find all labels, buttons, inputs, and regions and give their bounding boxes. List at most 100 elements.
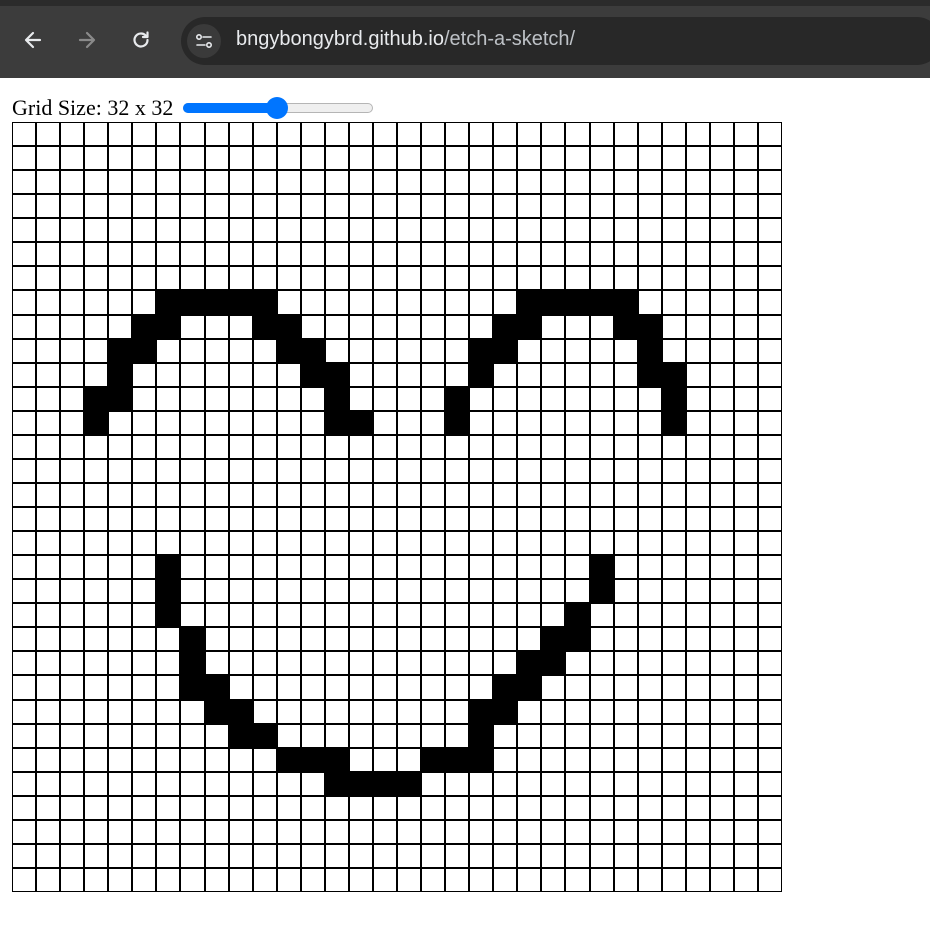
- grid-cell[interactable]: [421, 458, 446, 483]
- grid-cell[interactable]: [180, 867, 205, 892]
- grid-cell[interactable]: [565, 122, 590, 147]
- grid-cell[interactable]: [757, 531, 782, 556]
- grid-cell[interactable]: [709, 482, 734, 507]
- grid-cell[interactable]: [132, 338, 157, 363]
- grid-cell[interactable]: [493, 122, 518, 147]
- grid-cell[interactable]: [469, 723, 494, 748]
- grid-cell[interactable]: [36, 362, 61, 387]
- grid-cell[interactable]: [685, 122, 710, 147]
- grid-cell[interactable]: [397, 146, 422, 171]
- grid-cell[interactable]: [517, 819, 542, 844]
- grid-cell[interactable]: [541, 290, 566, 315]
- grid-cell[interactable]: [60, 314, 85, 339]
- grid-cell[interactable]: [276, 651, 301, 676]
- grid-cell[interactable]: [397, 482, 422, 507]
- grid-cell[interactable]: [300, 458, 325, 483]
- grid-cell[interactable]: [108, 843, 133, 868]
- grid-cell[interactable]: [36, 531, 61, 556]
- grid-cell[interactable]: [324, 603, 349, 628]
- grid-cell[interactable]: [397, 555, 422, 580]
- grid-cell[interactable]: [132, 482, 157, 507]
- grid-cell[interactable]: [613, 555, 638, 580]
- grid-cell[interactable]: [421, 723, 446, 748]
- grid-cell[interactable]: [372, 795, 397, 820]
- grid-cell[interactable]: [709, 843, 734, 868]
- grid-cell[interactable]: [252, 651, 277, 676]
- grid-cell[interactable]: [204, 867, 229, 892]
- grid-cell[interactable]: [445, 434, 470, 459]
- grid-cell[interactable]: [12, 843, 37, 868]
- grid-cell[interactable]: [637, 867, 662, 892]
- grid-cell[interactable]: [421, 410, 446, 435]
- grid-cell[interactable]: [445, 531, 470, 556]
- grid-cell[interactable]: [397, 122, 422, 147]
- grid-cell[interactable]: [565, 627, 590, 652]
- grid-cell[interactable]: [493, 603, 518, 628]
- grid-cell[interactable]: [276, 627, 301, 652]
- grid-cell[interactable]: [613, 266, 638, 291]
- grid-cell[interactable]: [541, 362, 566, 387]
- grid-cell[interactable]: [685, 723, 710, 748]
- grid-cell[interactable]: [36, 266, 61, 291]
- grid-cell[interactable]: [517, 338, 542, 363]
- grid-cell[interactable]: [132, 194, 157, 219]
- grid-cell[interactable]: [493, 771, 518, 796]
- grid-cell[interactable]: [348, 675, 373, 700]
- grid-cell[interactable]: [517, 771, 542, 796]
- grid-cell[interactable]: [132, 723, 157, 748]
- grid-cell[interactable]: [84, 122, 109, 147]
- grid-cell[interactable]: [541, 771, 566, 796]
- grid-cell[interactable]: [12, 627, 37, 652]
- grid-cell[interactable]: [589, 146, 614, 171]
- grid-cell[interactable]: [733, 386, 758, 411]
- grid-cell[interactable]: [84, 843, 109, 868]
- grid-cell[interactable]: [685, 747, 710, 772]
- grid-cell[interactable]: [60, 771, 85, 796]
- grid-cell[interactable]: [84, 410, 109, 435]
- grid-cell[interactable]: [156, 651, 181, 676]
- grid-cell[interactable]: [252, 122, 277, 147]
- grid-cell[interactable]: [637, 482, 662, 507]
- grid-cell[interactable]: [180, 434, 205, 459]
- grid-cell[interactable]: [84, 434, 109, 459]
- grid-cell[interactable]: [60, 867, 85, 892]
- grid-cell[interactable]: [397, 386, 422, 411]
- grid-cell[interactable]: [252, 194, 277, 219]
- grid-cell[interactable]: [276, 795, 301, 820]
- grid-cell[interactable]: [613, 723, 638, 748]
- grid-cell[interactable]: [565, 531, 590, 556]
- grid-cell[interactable]: [108, 458, 133, 483]
- grid-cell[interactable]: [589, 675, 614, 700]
- grid-cell[interactable]: [541, 699, 566, 724]
- grid-cell[interactable]: [517, 242, 542, 267]
- grid-cell[interactable]: [637, 410, 662, 435]
- grid-cell[interactable]: [228, 651, 253, 676]
- grid-cell[interactable]: [84, 170, 109, 195]
- grid-cell[interactable]: [517, 675, 542, 700]
- grid-cell[interactable]: [589, 266, 614, 291]
- grid-cell[interactable]: [348, 170, 373, 195]
- grid-cell[interactable]: [348, 531, 373, 556]
- grid-cell[interactable]: [757, 410, 782, 435]
- grid-cell[interactable]: [180, 338, 205, 363]
- grid-cell[interactable]: [180, 723, 205, 748]
- grid-cell[interactable]: [589, 603, 614, 628]
- grid-cell[interactable]: [541, 170, 566, 195]
- grid-cell[interactable]: [132, 458, 157, 483]
- grid-cell[interactable]: [757, 555, 782, 580]
- grid-cell[interactable]: [60, 266, 85, 291]
- grid-cell[interactable]: [541, 146, 566, 171]
- grid-cell[interactable]: [541, 218, 566, 243]
- grid-cell[interactable]: [372, 651, 397, 676]
- grid-cell[interactable]: [36, 482, 61, 507]
- grid-cell[interactable]: [421, 386, 446, 411]
- grid-cell[interactable]: [108, 699, 133, 724]
- grid-cell[interactable]: [757, 795, 782, 820]
- grid-cell[interactable]: [228, 867, 253, 892]
- grid-cell[interactable]: [637, 627, 662, 652]
- grid-cell[interactable]: [180, 482, 205, 507]
- grid-cell[interactable]: [493, 458, 518, 483]
- grid-cell[interactable]: [685, 458, 710, 483]
- grid-cell[interactable]: [60, 386, 85, 411]
- grid-cell[interactable]: [132, 266, 157, 291]
